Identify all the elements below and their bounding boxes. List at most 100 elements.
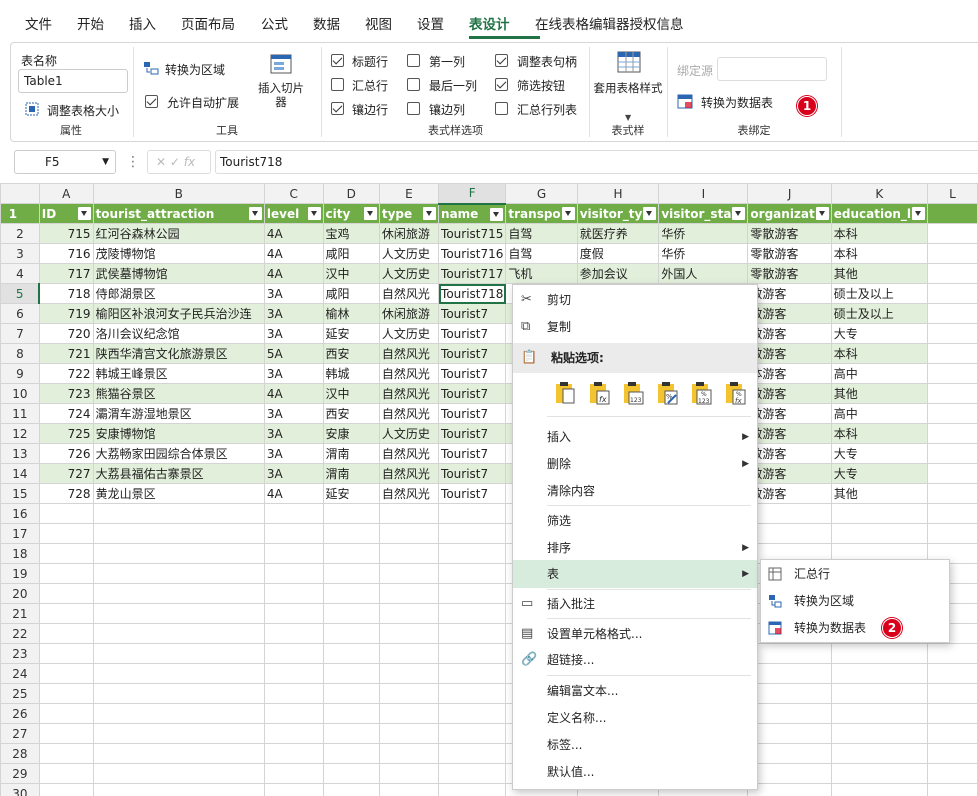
cell[interactable] <box>926 343 978 364</box>
cell[interactable] <box>747 763 832 784</box>
cell[interactable] <box>438 783 507 796</box>
cell[interactable] <box>830 683 928 704</box>
menu-item-insert-comment[interactable]: ▭ 插入批注 <box>513 591 757 617</box>
cell[interactable] <box>92 663 265 684</box>
cell[interactable] <box>322 743 380 764</box>
cell[interactable]: 汉中 <box>322 263 380 284</box>
cell[interactable]: 人文历史 <box>378 323 440 344</box>
cell[interactable] <box>322 503 380 524</box>
cell[interactable] <box>263 503 324 524</box>
cell[interactable] <box>830 503 928 524</box>
cancel-icon[interactable]: ✕ <box>156 155 166 169</box>
menu-item-sort[interactable]: 排序 ▶ <box>513 535 757 561</box>
cell[interactable] <box>747 723 832 744</box>
column-header[interactable]: K <box>830 183 928 204</box>
cell[interactable] <box>92 743 265 764</box>
cell[interactable] <box>38 623 94 644</box>
cell[interactable]: 726 <box>38 443 94 464</box>
column-header[interactable]: A <box>38 183 94 204</box>
cell[interactable]: Tourist7 <box>438 303 507 324</box>
cell[interactable]: 自然风光 <box>378 343 440 364</box>
cell[interactable] <box>322 563 380 584</box>
cell[interactable]: 灞渭车游湿地景区 <box>92 403 265 424</box>
cell[interactable] <box>378 783 440 796</box>
row-header[interactable]: 1 <box>0 203 40 224</box>
cell[interactable] <box>747 663 832 684</box>
cell[interactable] <box>322 523 380 544</box>
row-header[interactable]: 28 <box>0 743 40 764</box>
cell[interactable]: Tourist7 <box>438 343 507 364</box>
cell[interactable] <box>926 483 978 504</box>
cell[interactable] <box>747 783 832 796</box>
row-header[interactable]: 16 <box>0 503 40 524</box>
paste-formulas-icon[interactable]: fx <box>588 381 610 405</box>
cell[interactable]: 大荔畅家田园综合体景区 <box>92 443 265 464</box>
cell[interactable] <box>378 743 440 764</box>
cell[interactable] <box>926 783 978 796</box>
cell[interactable]: 718 <box>38 283 94 304</box>
cell[interactable] <box>92 523 265 544</box>
menu-item-filter[interactable]: 筛选 <box>513 508 757 534</box>
cell[interactable]: 就医疗养 <box>576 223 660 244</box>
cell[interactable]: 宝鸡 <box>322 223 380 244</box>
resize-table-button[interactable]: 调整表格大小 <box>25 100 130 120</box>
cell[interactable] <box>92 783 265 796</box>
cell[interactable]: 其他 <box>830 263 928 284</box>
cell[interactable]: 本科 <box>830 423 928 444</box>
insert-slicer-button[interactable]: 插入切片器 <box>255 51 307 119</box>
apply-table-style-button[interactable]: 套用表格样式 ▼ <box>593 49 663 123</box>
table-header-cell[interactable]: education_l <box>830 203 928 224</box>
cell[interactable] <box>830 783 928 796</box>
cell[interactable] <box>378 503 440 524</box>
cell[interactable] <box>926 243 978 264</box>
cell[interactable] <box>830 723 928 744</box>
row-header[interactable]: 26 <box>0 703 40 724</box>
cell[interactable]: 3A <box>263 323 324 344</box>
cell[interactable]: 大荔县福佑古寨景区 <box>92 463 265 484</box>
convert-to-range-button[interactable]: 转换为区域 <box>143 59 243 79</box>
cell[interactable]: 725 <box>38 423 94 444</box>
cell[interactable]: 渭南 <box>322 463 380 484</box>
cell[interactable]: 3A <box>263 423 324 444</box>
cell[interactable] <box>322 583 380 604</box>
cell[interactable]: 散游客 <box>747 343 832 364</box>
cell[interactable] <box>438 703 507 724</box>
cell[interactable] <box>38 723 94 744</box>
cell[interactable]: 3A <box>263 463 324 484</box>
cell[interactable] <box>38 603 94 624</box>
last-column-checkbox[interactable] <box>407 78 420 91</box>
cell[interactable]: 自然风光 <box>378 463 440 484</box>
cell[interactable] <box>926 663 978 684</box>
menu-insert[interactable]: 插入 <box>129 13 156 33</box>
cell[interactable]: 722 <box>38 363 94 384</box>
column-header[interactable]: H <box>576 183 660 204</box>
auto-expand-checkbox[interactable] <box>145 95 158 108</box>
row-header[interactable]: 21 <box>0 603 40 624</box>
cell[interactable]: 榆林 <box>322 303 380 324</box>
row-header[interactable]: 27 <box>0 723 40 744</box>
row-header[interactable]: 17 <box>0 523 40 544</box>
menu-view[interactable]: 视图 <box>365 13 392 33</box>
cell[interactable] <box>263 563 324 584</box>
cell[interactable] <box>438 683 507 704</box>
cell[interactable] <box>438 603 507 624</box>
cell[interactable]: 红河谷森林公园 <box>92 223 265 244</box>
cell[interactable]: 渭南 <box>322 443 380 464</box>
row-header[interactable]: 10 <box>0 383 40 404</box>
cell[interactable] <box>263 703 324 724</box>
cell[interactable] <box>92 643 265 664</box>
table-header-cell[interactable]: ID <box>38 203 94 224</box>
cell[interactable] <box>92 583 265 604</box>
cell[interactable]: Tourist716 <box>438 243 507 264</box>
cell[interactable]: 大专 <box>830 323 928 344</box>
cell[interactable] <box>438 763 507 784</box>
filter-dropdown-icon[interactable] <box>307 207 321 220</box>
menu-formula[interactable]: 公式 <box>261 13 288 33</box>
cell[interactable]: 茂陵博物馆 <box>92 243 265 264</box>
cell[interactable]: 3A <box>263 303 324 324</box>
menu-home[interactable]: 开始 <box>77 13 104 33</box>
cell[interactable]: Tourist7 <box>438 363 507 384</box>
cell[interactable]: 咸阳 <box>322 243 380 264</box>
cell[interactable] <box>926 363 978 384</box>
cell[interactable]: Tourist718 <box>438 283 507 304</box>
